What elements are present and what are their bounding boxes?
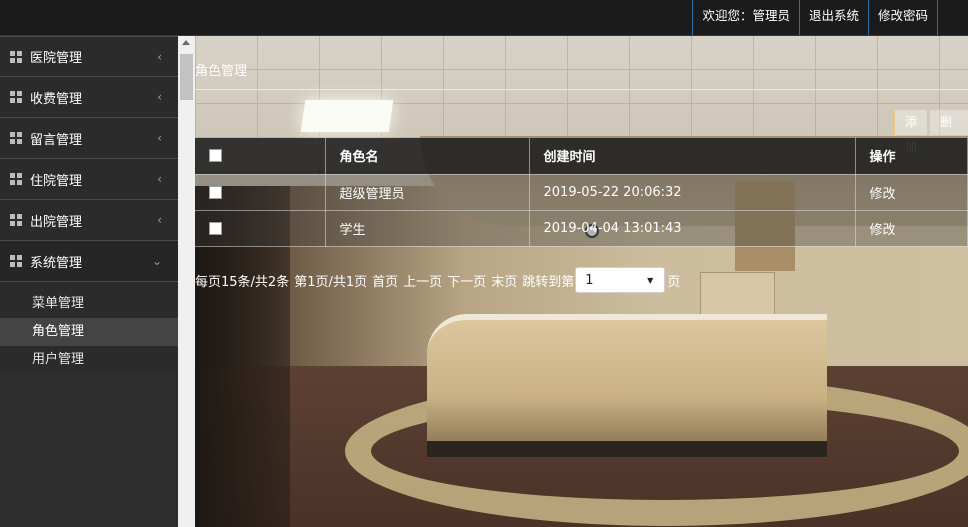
- sidebar-submenu: 菜单管理 角色管理 用户管理: [0, 282, 178, 374]
- role-name-cell: 学生: [325, 210, 530, 247]
- created-time-cell: 2019-05-22 20:06:32: [529, 174, 856, 211]
- grid-icon: [10, 214, 22, 226]
- page-jump-value: 1: [585, 272, 594, 288]
- sidebar-item-billing[interactable]: 收费管理 ‹: [0, 77, 178, 118]
- sidebar-scrollbar[interactable]: [178, 36, 195, 527]
- pagination: 每页15条/共2条 第1页/共1页 首页 上一页 下一页 末页 跳转到第 1 ▼…: [195, 267, 685, 293]
- created-time-cell: 2019-04-04 13:01:43: [529, 210, 856, 247]
- grid-icon: [10, 255, 22, 267]
- sidebar-item-label: 医院管理: [30, 51, 83, 66]
- per-page-info: 每页15条/共2条: [195, 274, 290, 290]
- sidebar-item-discharge[interactable]: 出院管理 ‹: [0, 200, 178, 241]
- row-select-cell: [195, 210, 326, 247]
- submenu-item-role-management[interactable]: 角色管理: [0, 318, 178, 346]
- column-header-created-time: 创建时间: [529, 138, 856, 175]
- page-title: 角色管理: [195, 64, 248, 79]
- top-nav: 欢迎您：管理员 退出系统 修改密码: [692, 0, 938, 35]
- sidebar-item-messages[interactable]: 留言管理 ‹: [0, 118, 178, 159]
- page-jump-select[interactable]: 1 ▼: [575, 267, 666, 293]
- sidebar-item-label: 系统管理: [30, 255, 83, 271]
- first-page-link[interactable]: 首页: [372, 271, 398, 290]
- main-content: 角色管理 添加 删 角色名 创建时间 操作 超级管理员 2019-05-22 2…: [195, 36, 968, 527]
- chevron-left-icon: ‹: [157, 131, 162, 145]
- sidebar-item-label: 留言管理: [30, 132, 83, 148]
- select-all-checkbox[interactable]: [209, 149, 222, 163]
- roles-table: 角色名 创建时间 操作 超级管理员 2019-05-22 20:06:32 修改…: [195, 138, 968, 247]
- last-page-link[interactable]: 末页: [491, 271, 517, 290]
- sidebar-item-label: 住院管理: [30, 173, 83, 189]
- grid-icon: [10, 50, 22, 63]
- sidebar-item-label: 收费管理: [30, 91, 83, 107]
- next-page-link[interactable]: 下一页: [447, 271, 486, 290]
- table-header-row: 角色名 创建时间 操作: [195, 138, 968, 175]
- delete-button[interactable]: 删: [929, 109, 968, 136]
- submenu-item-user-management[interactable]: 用户管理: [0, 346, 178, 374]
- chevron-left-icon: ‹: [157, 50, 162, 64]
- sidebar-item-label: 出院管理: [30, 214, 83, 230]
- toolbar: 添加 删: [894, 109, 968, 154]
- divider: [195, 89, 968, 90]
- logout-link[interactable]: 退出系统: [798, 0, 869, 35]
- scrollbar-thumb[interactable]: [180, 54, 193, 100]
- page-info: 第1页/共1页: [294, 274, 368, 290]
- chevron-left-icon: ‹: [157, 213, 162, 227]
- role-name-cell: 超级管理员: [325, 174, 530, 211]
- sidebar-item-hospital[interactable]: 医院管理 ‹: [0, 36, 178, 77]
- sidebar: 医院管理 ‹ 收费管理 ‹ 留言管理 ‹ 住院管理 ‹ 出院管理 ‹ 系统管理 …: [0, 36, 178, 527]
- column-header-actions: 操作: [855, 138, 968, 175]
- add-button[interactable]: 添加: [894, 109, 929, 154]
- jump-prefix-label: 跳转到第: [522, 274, 575, 290]
- prev-page-link[interactable]: 上一页: [403, 271, 442, 290]
- row-select-cell: [195, 174, 326, 211]
- grid-icon: [10, 91, 22, 103]
- grid-icon: [10, 132, 22, 144]
- chevron-left-icon: ‹: [157, 172, 162, 186]
- table-row: 超级管理员 2019-05-22 20:06:32 修改: [195, 174, 968, 211]
- column-header-role-name: 角色名: [325, 138, 530, 175]
- jump-suffix-label: 页: [667, 274, 681, 290]
- welcome-user[interactable]: 欢迎您：管理员: [692, 0, 800, 35]
- row-checkbox[interactable]: [209, 185, 222, 199]
- top-bar: 欢迎您：管理员 退出系统 修改密码: [0, 0, 968, 36]
- chevron-left-icon: ‹: [157, 90, 162, 104]
- dropdown-arrow-icon: ▼: [647, 275, 654, 285]
- submenu-item-menu-management[interactable]: 菜单管理: [0, 290, 178, 318]
- grid-icon: [10, 173, 22, 185]
- chevron-down-icon: ⌄: [151, 254, 162, 268]
- row-checkbox[interactable]: [209, 221, 222, 235]
- select-all-cell: [195, 138, 326, 175]
- sidebar-item-system[interactable]: 系统管理 ⌄: [0, 241, 178, 282]
- table-row: 学生 2019-04-04 13:01:43 修改: [195, 210, 968, 247]
- change-password-link[interactable]: 修改密码: [867, 0, 938, 35]
- sidebar-item-inpatient[interactable]: 住院管理 ‹: [0, 159, 178, 200]
- edit-link[interactable]: 修改: [855, 174, 968, 211]
- scroll-up-icon[interactable]: [182, 40, 190, 45]
- edit-link[interactable]: 修改: [855, 210, 968, 247]
